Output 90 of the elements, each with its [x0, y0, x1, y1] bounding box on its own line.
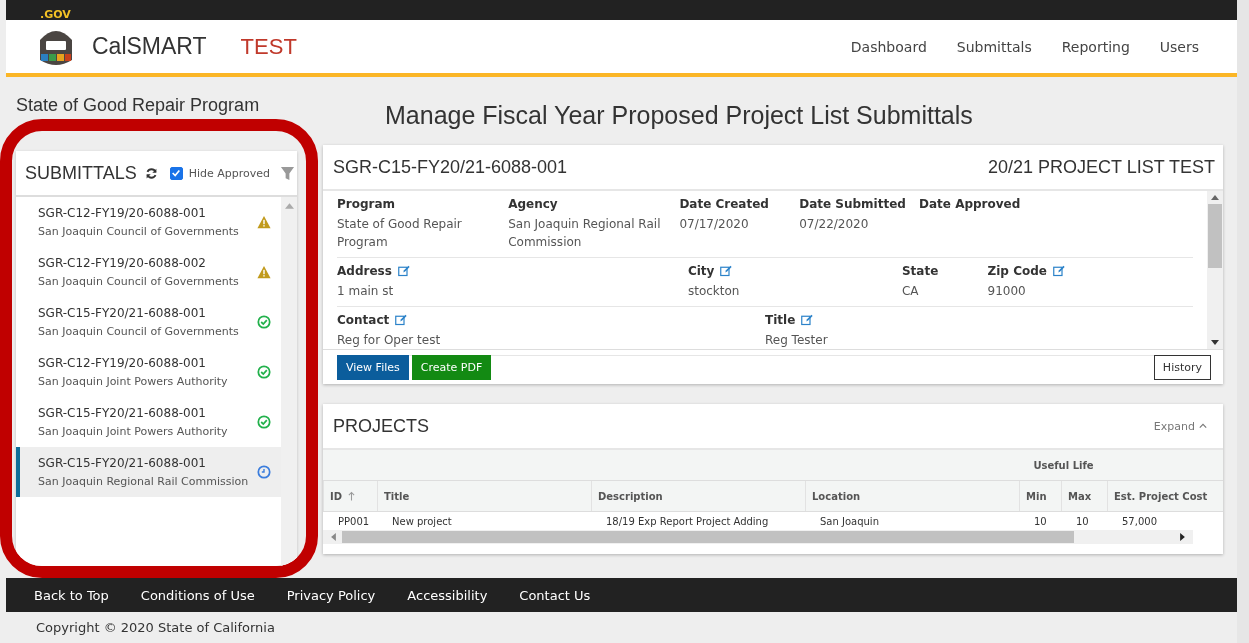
chevron-up-icon [1199, 423, 1207, 429]
table-cell: 18/19 Exp Report Project Adding [606, 515, 769, 527]
page-scrollbar[interactable] [1237, 0, 1249, 643]
field-label: Contact [337, 313, 390, 327]
edit-icon[interactable] [1052, 265, 1065, 277]
submittal-item[interactable]: SGR-C12-FY19/20-6088-001 San Joaquin Joint Powers Authority [16, 347, 281, 397]
app-name: CalSMART [92, 33, 207, 60]
submittal-item[interactable]: SGR-C15-FY20/21-6088-001 San Joaquin Regional Rail Commission [16, 447, 281, 497]
program-heading: State of Good Repair Program [15, 95, 261, 117]
edit-icon[interactable] [397, 265, 410, 277]
create-pdf-button[interactable]: Create PDF [411, 355, 492, 380]
field-label: Title [765, 313, 796, 327]
nav-link[interactable]: Reporting [1061, 38, 1130, 55]
environment-label: TEST [240, 33, 297, 60]
copyright: Copyright © 2020 State of California [35, 619, 276, 637]
nav-link[interactable]: Users [1159, 38, 1199, 55]
expand-link[interactable]: Expand [1153, 419, 1207, 433]
nav-link[interactable]: Dashboard [850, 38, 927, 55]
checkbox[interactable] [169, 166, 183, 180]
field-label: Program [337, 197, 396, 211]
field-value: State of Good Repair Program [337, 216, 463, 251]
footer-link[interactable]: Accessibility [407, 587, 488, 603]
field-label: Date Approved [919, 197, 1021, 211]
field-label: Date Created [679, 197, 769, 211]
submittal-item[interactable]: SGR-C15-FY20/21-6088-001 San Joaquin Council of Governments [16, 297, 281, 347]
scroll-right-icon[interactable] [1180, 533, 1185, 541]
edit-icon[interactable] [720, 265, 733, 277]
submittal-item[interactable]: SGR-C15-FY20/21-6088-001 San Joaquin Joint Powers Authority [16, 397, 281, 447]
scrollbar[interactable] [281, 197, 297, 566]
sort-arrow-icon[interactable] [348, 491, 356, 501]
footer-link[interactable]: Back to Top [34, 587, 109, 603]
list-title: 20/21 PROJECT LIST TEST [987, 156, 1215, 178]
panel-title: SUBMITTALS [25, 162, 137, 184]
field-label: Zip Code [987, 264, 1047, 278]
nav-link[interactable]: Submittals [956, 38, 1032, 55]
field-value: Reg for Oper test [337, 332, 442, 349]
edit-icon[interactable] [395, 314, 408, 326]
scrollbar[interactable] [1207, 191, 1223, 349]
history-button[interactable]: History [1153, 355, 1211, 380]
scroll-left-icon[interactable] [331, 533, 336, 541]
field-label: Address [337, 264, 392, 278]
footer-link[interactable]: Conditions of Use [140, 587, 255, 603]
horizontal-scrollbar[interactable] [323, 530, 1193, 544]
check-circle-icon [257, 365, 271, 379]
column-header[interactable]: Max [1068, 490, 1092, 502]
column-header[interactable]: Min [1026, 490, 1047, 502]
submittal-item[interactable]: SGR-C12-FY19/20-6088-001 San Joaquin Council of Governments [16, 197, 281, 247]
column-header[interactable]: Location [812, 490, 861, 502]
table-cell: 10 [1076, 515, 1089, 527]
page-title: Manage Fiscal Year Proposed Project List Submittals [385, 101, 974, 131]
refresh-icon[interactable] [144, 166, 158, 180]
submittal-item[interactable]: SGR-C12-FY19/20-6088-002 San Joaquin Council of Governments [16, 247, 281, 297]
view-files-button[interactable]: View Files [337, 355, 409, 380]
gov-logo[interactable]: .GOV [40, 9, 71, 20]
field-value: stockton [687, 283, 741, 300]
table-cell: PP001 [338, 515, 370, 527]
field-label: State [901, 264, 939, 278]
footer-link[interactable]: Privacy Policy [286, 587, 376, 603]
hide-approved-checkbox[interactable]: Hide Approved [169, 166, 270, 180]
field-value: 91000 [987, 283, 1027, 300]
check-circle-icon [257, 415, 271, 429]
field-value: 07/17/2020 [679, 216, 750, 233]
warning-icon [257, 265, 271, 279]
field-value: Reg Tester [765, 332, 829, 349]
column-header[interactable]: Est. Project Cost [1114, 490, 1208, 502]
field-value: San Joaquin Regional Rail Commission [508, 216, 662, 251]
edit-icon[interactable] [801, 314, 814, 326]
table-cell: 57,000 [1122, 515, 1157, 527]
field-value: CA [901, 283, 920, 300]
column-header[interactable]: ID [330, 490, 343, 502]
field-label: Agency [508, 197, 558, 211]
submittal-code: SGR-C15-FY20/21-6088-001 [333, 156, 568, 178]
table-cell: 10 [1034, 515, 1047, 527]
column-header[interactable]: Description [598, 490, 663, 502]
column-group-header: Useful Life [1033, 459, 1094, 471]
field-label: City [687, 264, 715, 278]
column-header[interactable]: Title [384, 490, 410, 502]
clock-icon [257, 465, 271, 479]
section-title: PROJECTS [333, 415, 429, 437]
field-label: Date Submitted [799, 197, 906, 211]
scroll-up-icon[interactable] [1211, 195, 1219, 200]
warning-icon [257, 215, 271, 229]
scroll-down-icon[interactable] [1211, 340, 1219, 345]
table-cell: New project [392, 515, 452, 527]
check-circle-icon [257, 315, 271, 329]
filter-icon[interactable] [280, 165, 295, 181]
footer-link[interactable]: Contact Us [519, 587, 591, 603]
table-cell: San Joaquin [820, 515, 879, 527]
field-value: 07/22/2020 [799, 216, 870, 233]
field-value: 1 main st [337, 283, 395, 300]
